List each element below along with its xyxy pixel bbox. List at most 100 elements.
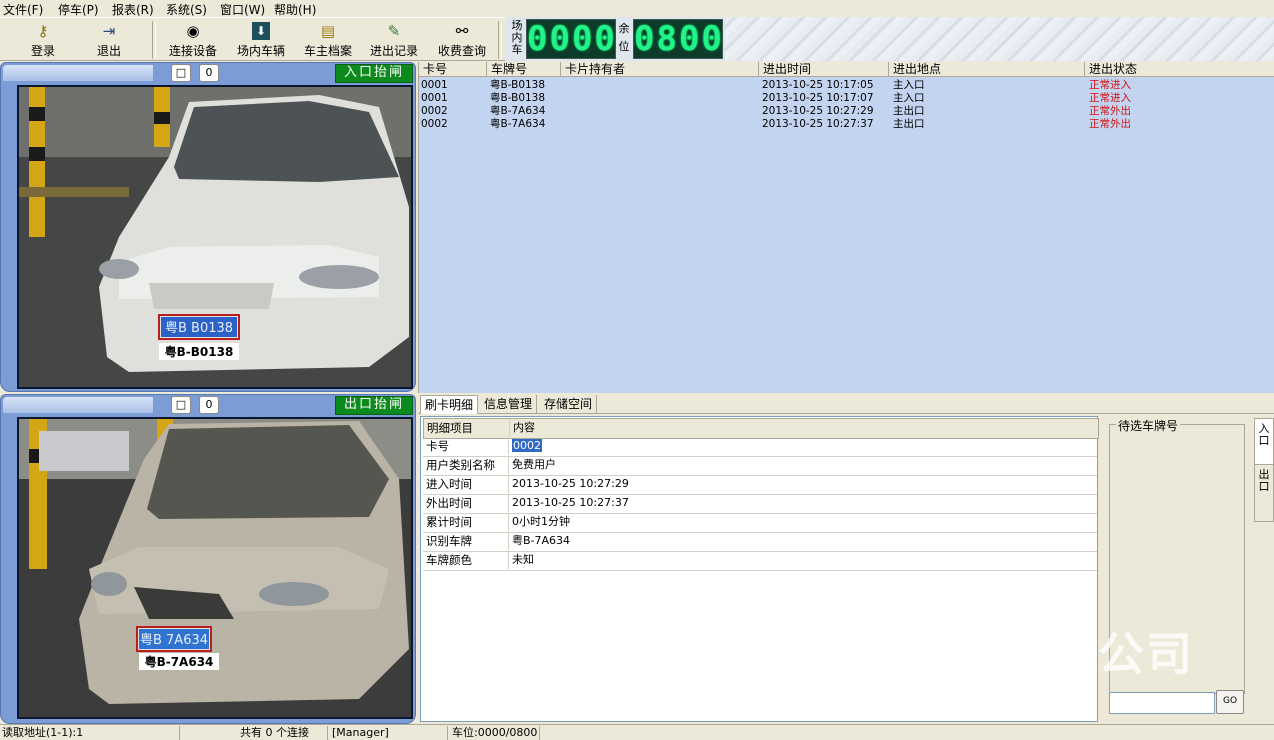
entry-gate-open-button[interactable]: 入口抬闸 [335, 64, 413, 83]
detail-value: 未知 [512, 553, 534, 566]
login-button[interactable]: ⚷ 登录 [18, 20, 68, 60]
menu-bar: 文件(F) 停车(P) 报表(R) 系统(S) 窗口(W) 帮助(H) [0, 0, 1274, 17]
in-out-records-button[interactable]: ✎ 进出记录 [364, 20, 424, 60]
side-tab-entry[interactable]: 入口 [1254, 418, 1274, 468]
remaining-label: 余位 [618, 22, 630, 53]
login-label: 登录 [30, 44, 55, 58]
table-row[interactable]: 识别车牌 粤B-7A634 [423, 532, 1097, 552]
detail-item: 车牌颜色 [423, 551, 509, 569]
table-row[interactable]: 车牌颜色 未知 [423, 551, 1097, 571]
cell-status: 正常进入 [1089, 79, 1131, 91]
table-row[interactable]: 用户类别名称 免费用户 [423, 456, 1097, 476]
status-bar: 读取地址(1-1):1 共有 0 个连接 [Manager] 车位:0000/0… [0, 724, 1274, 740]
exit-label: 退出 [96, 44, 121, 58]
vehicles-in-lot-label: 场内车辆 [236, 44, 285, 58]
menu-system[interactable]: 系统(S) [166, 1, 207, 18]
toolbar-separator [498, 21, 502, 59]
col-time[interactable]: 进出时间 [759, 62, 889, 76]
table-row[interactable]: 累计时间 0小时1分钟 [423, 513, 1097, 533]
cell-time: 2013-10-25 10:17:07 [762, 92, 874, 104]
status-read-address: 读取地址(1-1):1 [0, 726, 180, 740]
in-lot-label: 场内车 [511, 19, 523, 56]
detail-value: 2013-10-25 10:27:37 [512, 496, 629, 509]
col-holder[interactable]: 卡片持有者 [561, 62, 759, 76]
cell-place: 主入口 [893, 79, 925, 91]
cell-plate: 粤B-7A634 [490, 118, 546, 130]
exit-view-tab-b[interactable]: 0 [199, 396, 219, 414]
detail-col-item[interactable]: 明细项目 [424, 419, 510, 437]
device-icon: ◉ [186, 22, 200, 40]
plate-input[interactable] [1109, 692, 1215, 714]
col-place[interactable]: 进出地点 [889, 62, 1085, 76]
exit-view-tab-a[interactable]: □ [171, 396, 191, 414]
detail-col-content[interactable]: 内容 [510, 419, 1098, 437]
col-card[interactable]: 卡号 [419, 62, 487, 76]
exit-car-plate-text: 粤B 7A634 [140, 632, 208, 648]
exit-gate-open-button[interactable]: 出口抬闸 [335, 396, 413, 415]
col-plate[interactable]: 车牌号 [487, 62, 561, 76]
entry-camera-panel: □ 0 入口抬闸 粤B B0138 粤B-B0138 [0, 62, 416, 392]
menu-reports[interactable]: 报表(R) [112, 1, 154, 18]
connect-device-button[interactable]: ◉ 连接设备 [163, 20, 223, 60]
side-tab-exit[interactable]: 出口 [1254, 464, 1274, 522]
detail-value: 2013-10-25 10:27:29 [512, 477, 629, 490]
menu-window[interactable]: 窗口(W) [220, 1, 265, 18]
toolbar-separator [152, 21, 156, 59]
vehicles-in-lot-button[interactable]: ⬇ 场内车辆 [230, 20, 292, 60]
connect-device-label: 连接设备 [168, 44, 217, 58]
decorative-background [725, 17, 1274, 61]
detail-table[interactable]: 明细项目 内容 卡号 0002 用户类别名称 免费用户 进入时间 2013-10… [420, 416, 1099, 722]
detail-item: 卡号 [423, 437, 509, 455]
menu-parking[interactable]: 停车(P) [58, 1, 99, 18]
owner-records-label: 车主档案 [303, 44, 352, 58]
table-row[interactable]: 0001 粤B-B0138 2013-10-25 10:17:07 主入口 正常… [419, 92, 1274, 105]
entry-camera-view: 粤B B0138 粤B-B0138 [17, 85, 413, 389]
exit-camera-view: 粤B 7A634 粤B-7A634 [17, 417, 413, 719]
menu-file[interactable]: 文件(F) [3, 1, 43, 18]
table-row[interactable]: 0001 粤B-B0138 2013-10-25 10:17:05 主入口 正常… [419, 79, 1274, 92]
col-status[interactable]: 进出状态 [1085, 62, 1274, 76]
cell-plate: 粤B-B0138 [490, 79, 546, 91]
detail-tabs: 刷卡明细 信息管理 存储空间 [418, 393, 1274, 414]
table-row[interactable]: 卡号 0002 [423, 437, 1097, 457]
entry-view-tab-a[interactable]: □ [171, 64, 191, 82]
menu-help[interactable]: 帮助(H) [274, 1, 316, 18]
cell-plate: 粤B-7A634 [490, 105, 546, 117]
table-row[interactable]: 0002 粤B-7A634 2013-10-25 10:27:29 主出口 正常… [419, 105, 1274, 118]
cell-place: 主入口 [893, 92, 925, 104]
detail-value: 粤B-7A634 [512, 534, 571, 547]
tab-storage-space[interactable]: 存储空间 [540, 395, 598, 413]
fee-query-button[interactable]: ⚯ 收费查询 [432, 20, 492, 60]
owner-records-button[interactable]: ▤ 车主档案 [298, 20, 358, 60]
detail-item: 外出时间 [423, 494, 509, 512]
detail-value[interactable]: 0002 [509, 437, 1097, 455]
in-lot-counter: 0000 [526, 19, 617, 59]
tab-info-management[interactable]: 信息管理 [480, 395, 538, 413]
pending-plates-title: 待选车牌号 [1116, 417, 1181, 434]
cell-place: 主出口 [893, 118, 925, 130]
table-row[interactable]: 进入时间 2013-10-25 10:27:29 [423, 475, 1097, 495]
detail-item: 用户类别名称 [423, 456, 509, 474]
pending-plates-group[interactable]: 待选车牌号 [1109, 417, 1245, 694]
cell-status: 正常外出 [1089, 105, 1131, 117]
table-row[interactable]: 外出时间 2013-10-25 10:27:37 [423, 494, 1097, 514]
pending-plates-panel: 待选车牌号 GO [1100, 416, 1252, 722]
exit-camera-panel: □ 0 出口抬闸 粤B 7A634 粤B-7A634 [0, 394, 416, 724]
cell-status: 正常进入 [1089, 92, 1131, 104]
cell-time: 2013-10-25 10:17:05 [762, 79, 874, 91]
go-button[interactable]: GO [1216, 690, 1244, 714]
archive-icon: ▤ [320, 22, 336, 40]
status-connections: 共有 0 个连接 [238, 726, 328, 740]
records-list[interactable]: 卡号 车牌号 卡片持有者 进出时间 进出地点 进出状态 0001 粤B-B013… [418, 62, 1274, 393]
entry-car-image: 粤B B0138 粤B-B0138 [19, 87, 411, 387]
status-spaces: 车位:0000/0800 [450, 726, 540, 740]
entry-view-tab-b[interactable]: 0 [199, 64, 219, 82]
detail-item: 识别车牌 [423, 532, 509, 550]
table-row[interactable]: 0002 粤B-7A634 2013-10-25 10:27:37 主出口 正常… [419, 118, 1274, 131]
exit-button[interactable]: ⇥ 退出 [84, 20, 134, 60]
tab-card-detail[interactable]: 刷卡明细 [420, 395, 479, 414]
detail-value: 0小时1分钟 [512, 515, 570, 528]
exit-door-icon: ⇥ [102, 22, 116, 40]
selected-value[interactable]: 0002 [512, 439, 542, 452]
in-out-records-label: 进出记录 [369, 44, 418, 58]
